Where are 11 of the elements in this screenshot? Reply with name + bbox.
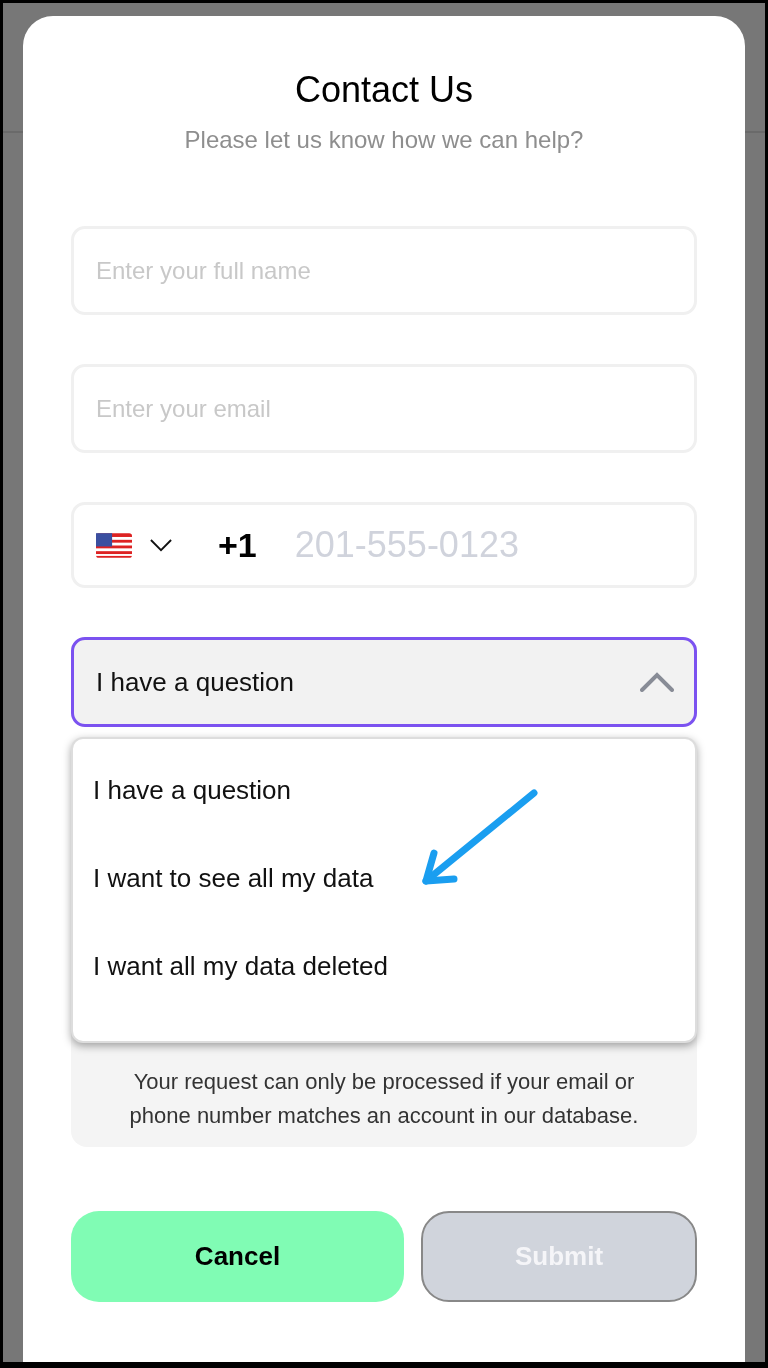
flag-icon[interactable] (96, 532, 132, 558)
cancel-button[interactable]: Cancel (71, 1211, 404, 1302)
dropdown-option[interactable]: I want to see all my data (93, 861, 675, 895)
chevron-down-icon[interactable] (150, 538, 172, 552)
dropdown-option[interactable]: I have a question (93, 773, 675, 807)
chevron-up-icon (640, 672, 674, 692)
dialog-title: Contact Us (293, 68, 475, 112)
dropdown-option[interactable]: I want all my data deleted (93, 949, 675, 983)
dial-code: +1 (218, 525, 257, 565)
topic-select[interactable]: I have a question (71, 637, 697, 727)
dialog-subtitle: Please let us know how we can help? (183, 126, 585, 154)
